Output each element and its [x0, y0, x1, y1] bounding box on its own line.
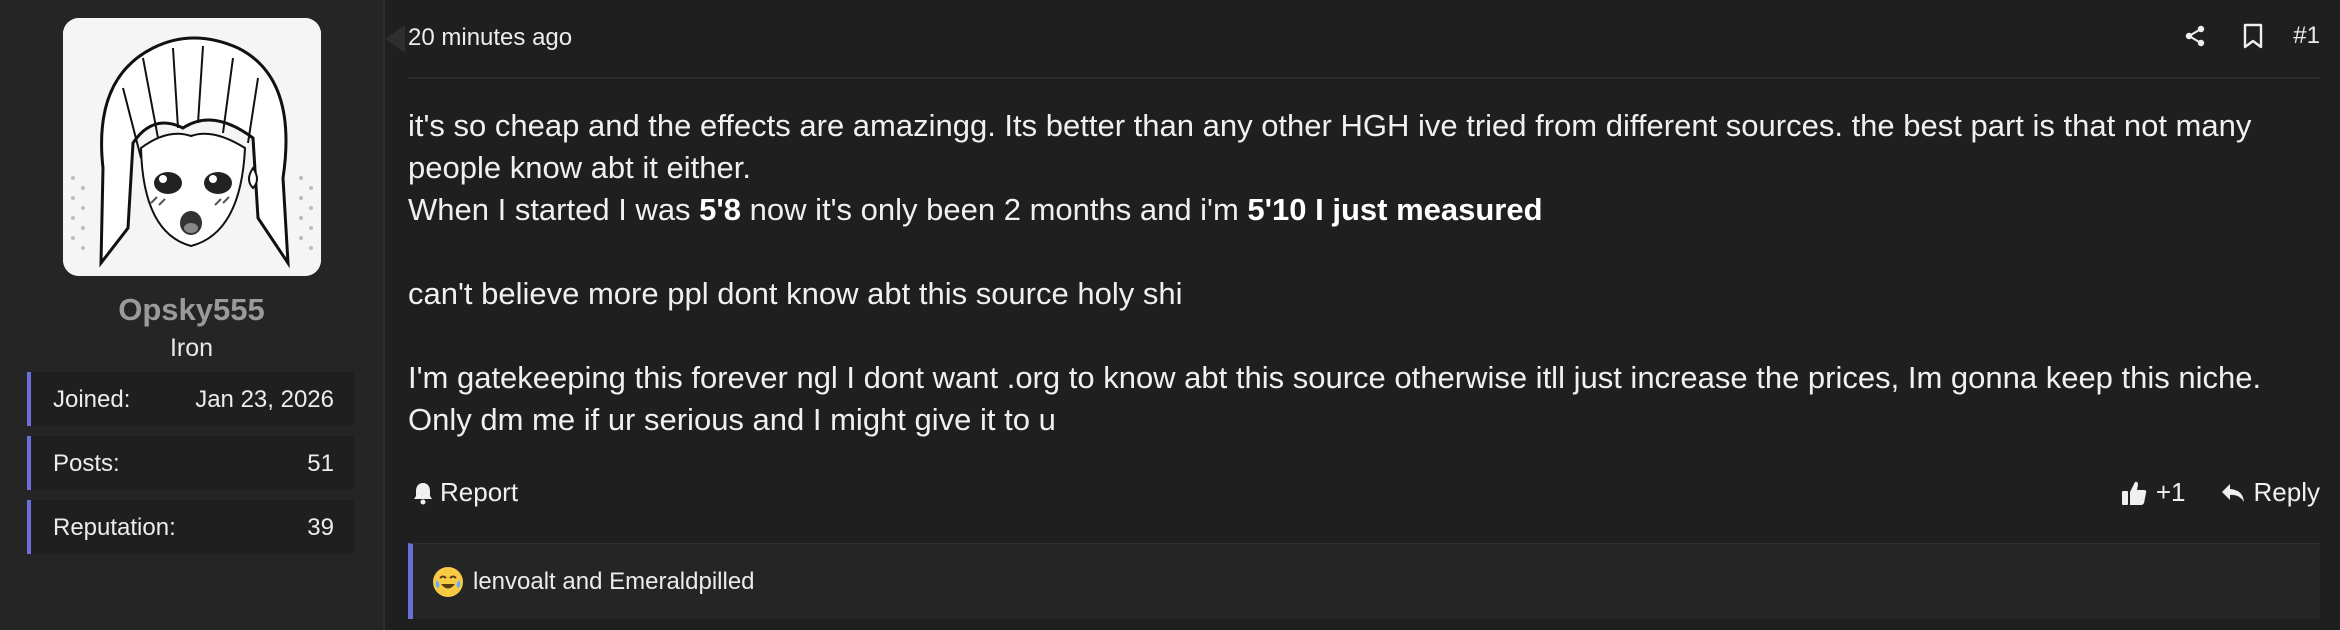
post-timestamp[interactable]: 20 minutes ago	[408, 24, 572, 52]
post-paragraph: can't believe more ppl dont know abt thi…	[408, 276, 1183, 311]
post-body: it's so cheap and the effects are amazin…	[408, 105, 2320, 441]
stat-label: Reputation:	[53, 514, 176, 541]
post-header-actions: #1	[2177, 18, 2320, 54]
like-count: +1	[2155, 477, 2186, 507]
forum-post: Opsky555 Iron Joined: Jan 23, 2026 Posts…	[0, 0, 2340, 630]
reactions-bar[interactable]: lenvoalt and Emeraldpilled	[408, 543, 2320, 619]
stat-label: Joined:	[53, 386, 131, 413]
post-number-link[interactable]: #1	[2293, 22, 2320, 50]
post-paragraph: I'm gatekeeping this forever ngl I dont …	[408, 360, 2262, 437]
text-span: now it's only been 2 months and i'm	[741, 192, 1248, 227]
text-span: When I started I was	[408, 192, 700, 227]
stat-reputation: Reputation: 39	[27, 500, 354, 554]
header-divider	[408, 77, 2320, 79]
thumbs-up-icon	[2121, 481, 2147, 505]
report-label: Report	[440, 477, 519, 507]
reactions-users[interactable]: lenvoalt and Emeraldpilled	[473, 568, 755, 596]
post-actions: +1 Reply	[2120, 477, 2320, 508]
post-pointer	[385, 25, 405, 53]
post-paragraph: When I started I was 5'8 now it's only b…	[408, 189, 2320, 231]
stat-value: 39	[307, 514, 334, 541]
avatar-image	[63, 18, 321, 276]
stat-value: Jan 23, 2026	[195, 386, 334, 413]
bell-icon	[414, 482, 432, 504]
stat-joined: Joined: Jan 23, 2026	[27, 372, 354, 426]
bold-text: 5'8	[699, 192, 742, 227]
reply-label: Reply	[2253, 477, 2320, 507]
bookmark-icon[interactable]	[2235, 18, 2271, 54]
user-info-panel: Opsky555 Iron Joined: Jan 23, 2026 Posts…	[0, 0, 385, 630]
bold-text: 5'10 I just measured	[1247, 192, 1543, 227]
avatar[interactable]	[63, 18, 321, 276]
share-icon[interactable]	[2177, 18, 2213, 54]
like-button[interactable]: +1	[2120, 477, 2186, 508]
stat-value: 51	[307, 450, 334, 477]
report-button[interactable]: Report	[412, 477, 518, 508]
reply-icon	[2221, 483, 2244, 502]
reply-button[interactable]: Reply	[2220, 477, 2320, 508]
stat-label: Posts:	[53, 450, 120, 477]
user-rank: Iron	[169, 334, 214, 362]
tears-of-joy-emoji	[433, 566, 463, 597]
username[interactable]: Opsky555	[0, 292, 383, 328]
stat-posts: Posts: 51	[27, 436, 354, 490]
post-paragraph: it's so cheap and the effects are amazin…	[408, 108, 2252, 185]
